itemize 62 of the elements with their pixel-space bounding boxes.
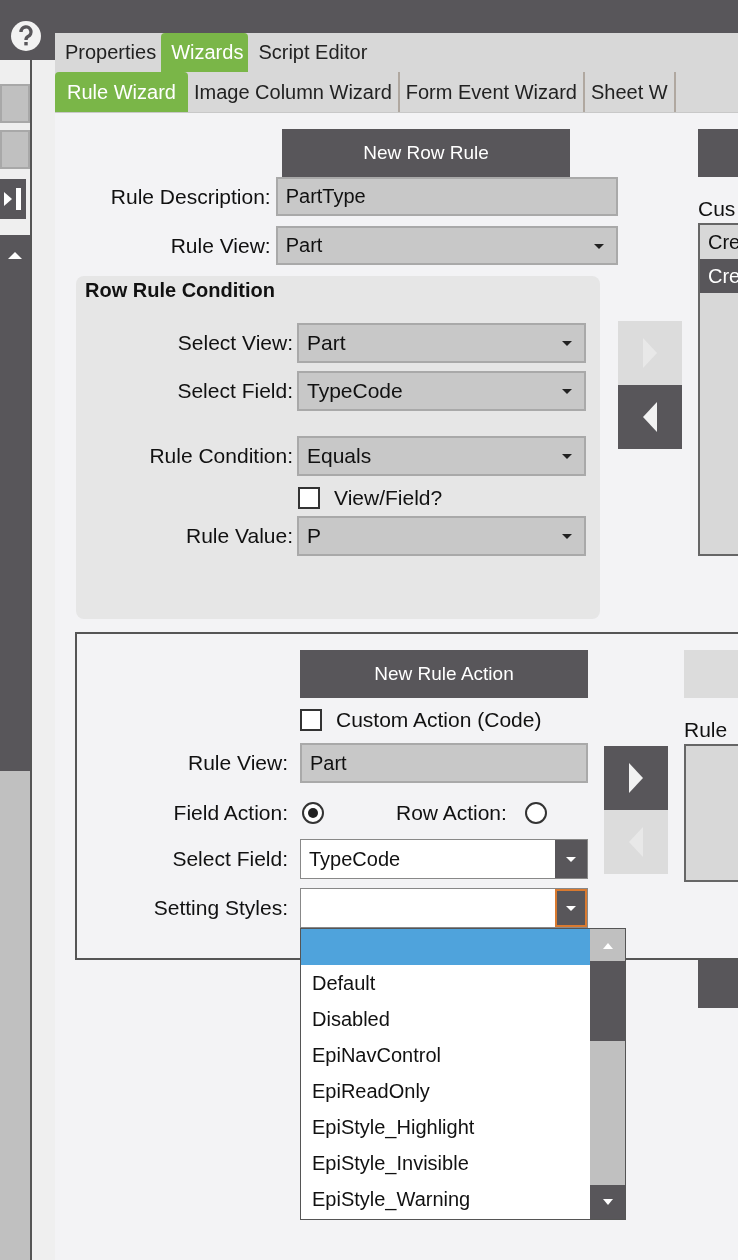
dropdown-option[interactable]: EpiStyle_Invisible xyxy=(301,1145,590,1181)
move-left-button[interactable] xyxy=(618,385,682,449)
checkbox-label: View/Field? xyxy=(334,485,443,510)
dropdown[interactable]: Equals xyxy=(297,436,586,476)
rule-description-field[interactable]: PartType xyxy=(275,177,618,216)
scrollbar[interactable] xyxy=(0,235,30,771)
tab[interactable]: Script Editor xyxy=(248,33,373,72)
caret-icon xyxy=(594,244,604,249)
field-label: Select View: xyxy=(176,331,294,355)
left-arrow-icon xyxy=(643,402,657,432)
dropdown-option[interactable]: EpiStyle_Warning xyxy=(301,1181,590,1217)
radio-button[interactable] xyxy=(524,802,547,824)
field-label: Field Action: xyxy=(172,801,289,825)
scrollbar[interactable] xyxy=(590,929,625,1219)
checkbox[interactable] xyxy=(300,709,322,731)
caret-icon xyxy=(566,856,576,862)
field-label: Setting Styles: xyxy=(152,896,289,920)
field-label: Rule Value: xyxy=(185,524,294,548)
caret-icon xyxy=(562,389,572,394)
new-rule-action-button[interactable]: New Rule Action xyxy=(300,650,588,698)
caret-icon xyxy=(562,454,572,459)
caret-icon xyxy=(562,534,572,539)
dropdown[interactable]: TypeCode xyxy=(297,371,586,411)
caret-icon xyxy=(562,341,572,346)
down-arrow-icon xyxy=(602,1199,613,1205)
dropdown-option[interactable]: EpiStyle_Highlight xyxy=(301,1109,590,1145)
dropdown-button[interactable] xyxy=(555,889,587,927)
field-label: Select Field: xyxy=(176,379,294,403)
up-arrow-icon xyxy=(602,943,613,949)
move-right-button[interactable] xyxy=(604,746,668,810)
dropdown[interactable] xyxy=(300,888,588,928)
scroll-down-button[interactable] xyxy=(590,1185,625,1219)
dropdown[interactable]: P xyxy=(297,516,586,556)
dropdown-button[interactable] xyxy=(555,840,587,878)
field-label: Row Action: xyxy=(396,801,508,825)
dropdown-option[interactable]: EpiNavControl xyxy=(301,1037,590,1073)
expand-button[interactable] xyxy=(0,179,26,219)
dropdown-option[interactable]: Default xyxy=(301,965,590,1001)
field-label: Select Field: xyxy=(171,847,289,871)
field-label: Rule View: xyxy=(187,751,289,775)
up-arrow-icon xyxy=(8,251,22,259)
dropdown[interactable]: TypeCode xyxy=(300,839,588,879)
help-icon[interactable] xyxy=(10,20,42,52)
field-label: Rule Condition: xyxy=(148,444,294,468)
checkbox-label: Custom Action (Code) xyxy=(336,708,542,732)
list-label: Rule xyxy=(684,718,729,742)
radio-button[interactable] xyxy=(302,802,324,824)
new-row-rule-button[interactable]: New Row Rule xyxy=(282,129,570,177)
checkbox[interactable] xyxy=(298,486,320,509)
panel-title: Row Rule Condition xyxy=(85,279,275,302)
dropdown-option[interactable]: Disabled xyxy=(301,1001,590,1037)
rule-view-field: Part xyxy=(300,743,588,783)
caret-icon xyxy=(566,905,576,911)
field-label: Rule View: xyxy=(169,233,272,258)
dropdown[interactable]: Part xyxy=(297,323,586,363)
right-arrow-icon xyxy=(629,763,643,793)
dropdown-option[interactable]: EpiReadOnly xyxy=(301,1073,590,1109)
field-label: Rule Description: xyxy=(109,184,272,209)
tab[interactable]: Properties xyxy=(55,33,162,72)
scroll-thumb[interactable] xyxy=(590,961,625,1041)
dropdown[interactable]: Part xyxy=(275,226,618,265)
list-label: Cus xyxy=(698,197,737,221)
